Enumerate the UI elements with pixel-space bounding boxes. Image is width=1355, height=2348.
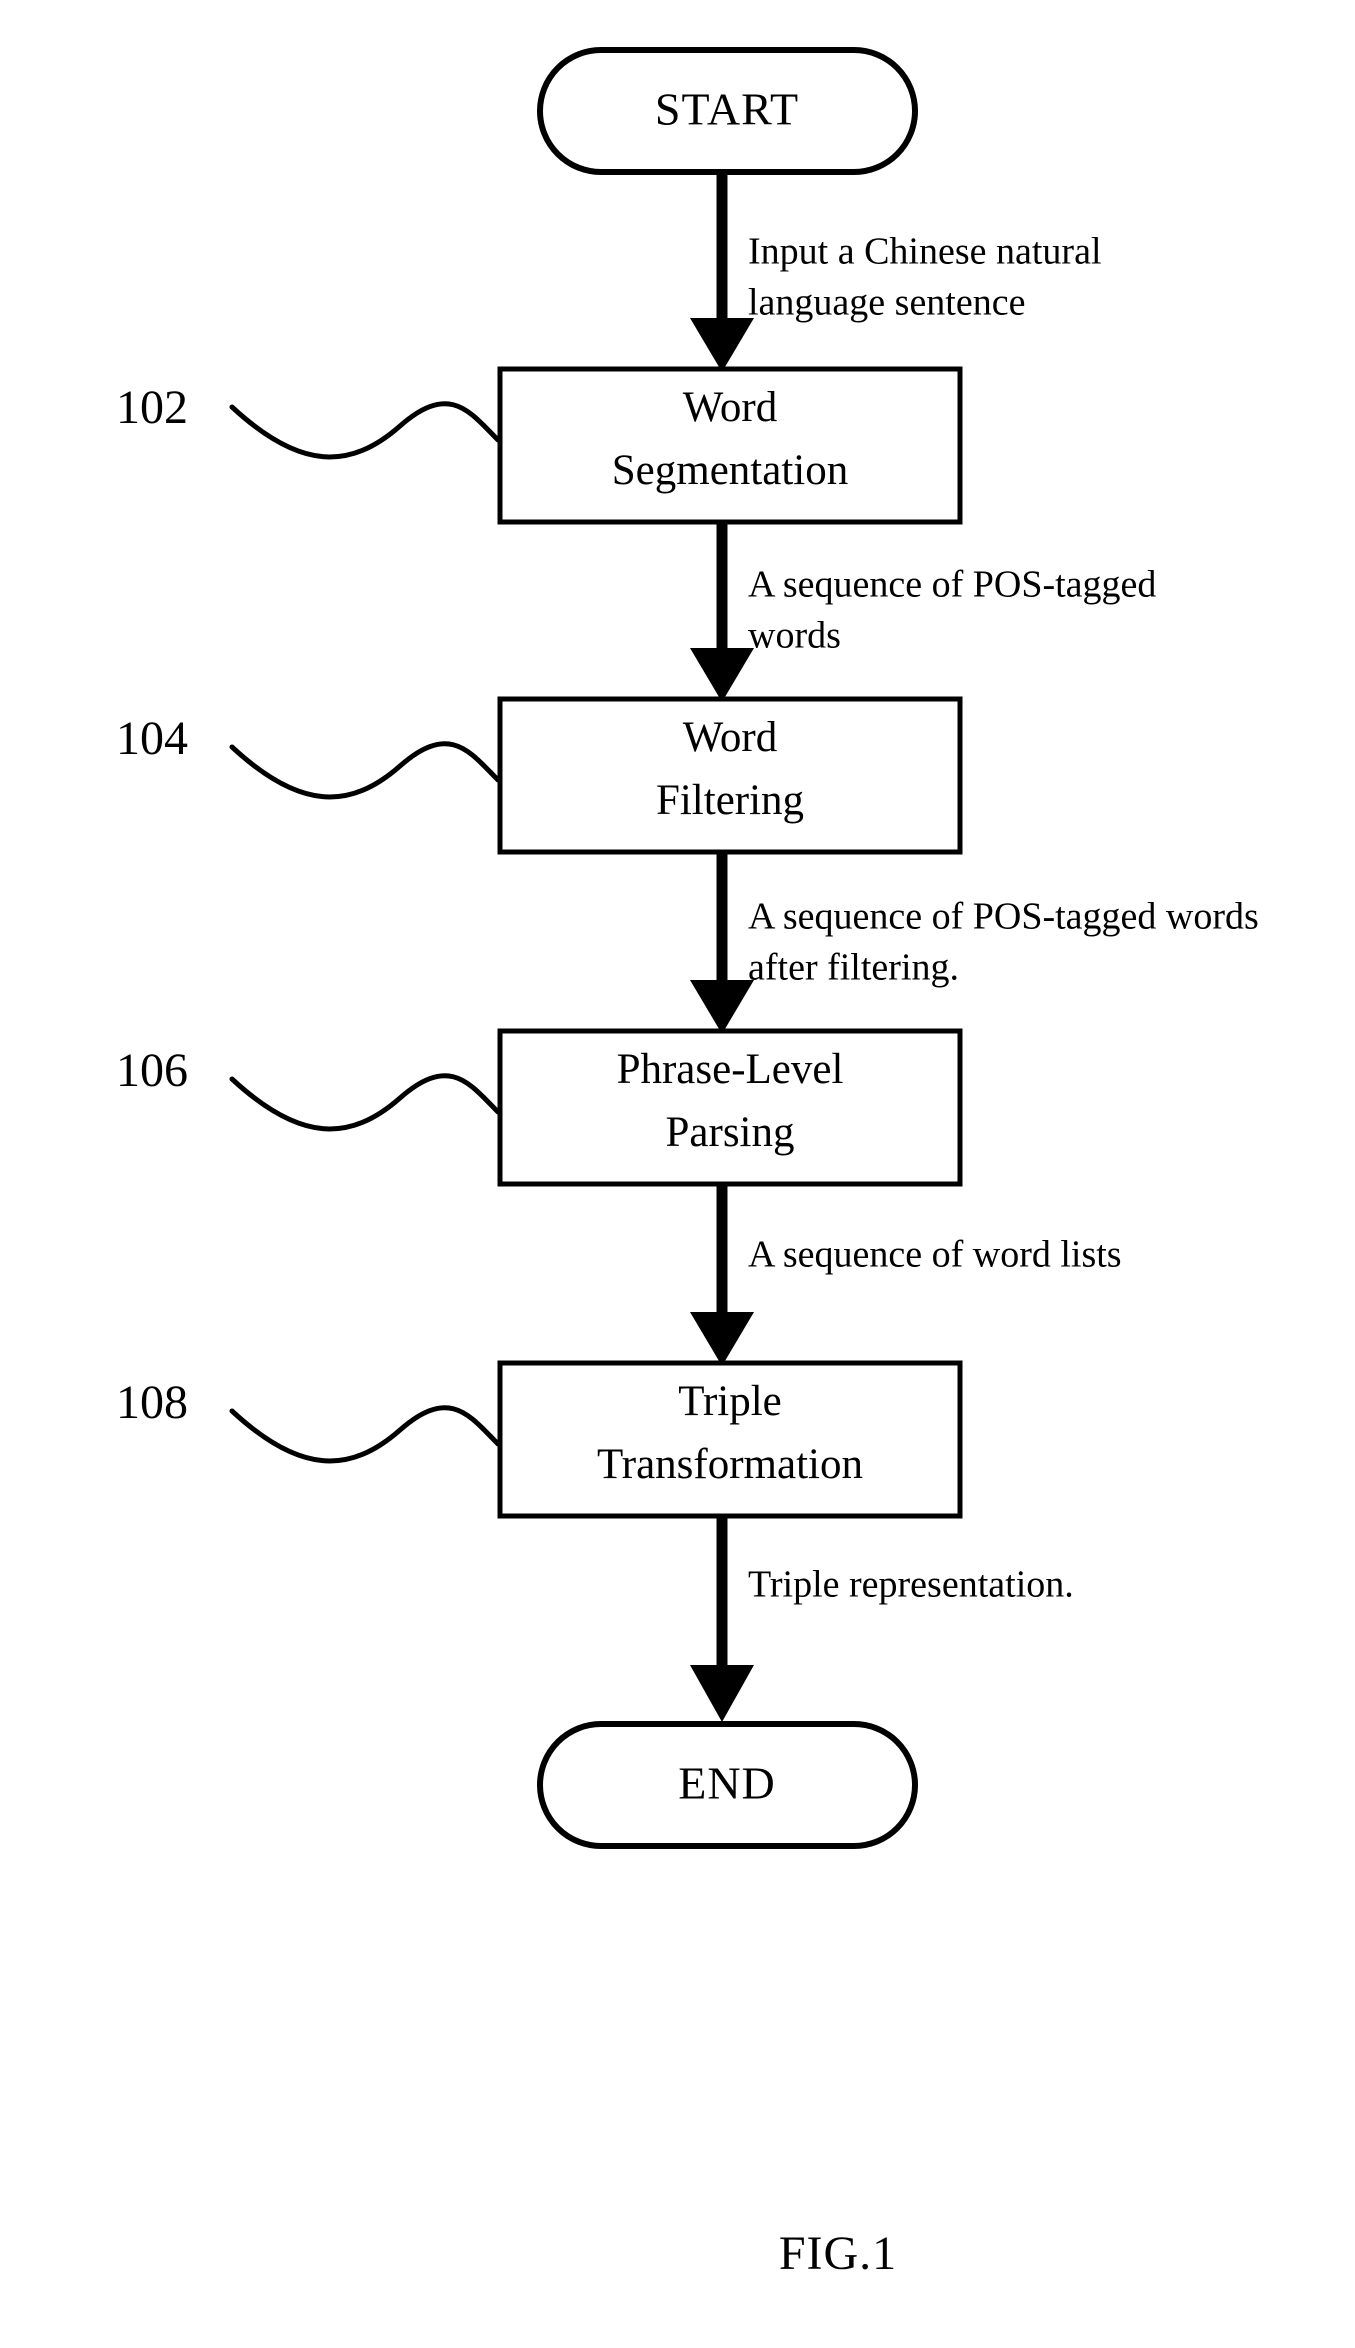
- reference-number-102: 102: [116, 381, 188, 434]
- step-4-label-line-1: Triple: [678, 1378, 782, 1425]
- patent-figure-page: START Input a Chinese natural language s…: [0, 0, 1355, 2348]
- step-4-label-line-2: Transformation: [597, 1441, 863, 1488]
- reference-number-104: 104: [116, 712, 188, 765]
- node-step-4: Triple Transformation: [497, 1360, 963, 1519]
- edge-label-3-line-1: A sequence of POS-tagged words: [748, 896, 1259, 938]
- node-step-2: Word Filtering: [497, 696, 963, 855]
- reference-number-108: 108: [116, 1376, 188, 1429]
- leader-line-106: [229, 1073, 501, 1132]
- step-3-label-line-1: Phrase-Level: [617, 1046, 844, 1093]
- flow-arrow-step-2-to-step-3: [690, 852, 754, 1034]
- leader-line-108: [229, 1405, 501, 1464]
- reference-callout-106: 106: [116, 1044, 501, 1132]
- step-2-label-line-2: Filtering: [656, 777, 804, 824]
- step-2-label-line-1: Word: [683, 714, 777, 761]
- edge-label-3: A sequence of POS-tagged words after fil…: [748, 896, 1259, 989]
- step-1-label-line-1: Word: [683, 384, 777, 431]
- edge-label-1: Input a Chinese natural language sentenc…: [748, 231, 1102, 324]
- step-3-label-line-2: Parsing: [666, 1109, 795, 1156]
- flow-arrow-step-3-to-step-4: [690, 1184, 754, 1366]
- edge-label-4: A sequence of word lists: [748, 1234, 1122, 1276]
- arrow-head: [690, 1312, 754, 1366]
- arrow-head: [690, 1665, 754, 1722]
- reference-callout-108: 108: [116, 1376, 501, 1464]
- reference-number-106: 106: [116, 1044, 188, 1097]
- flow-arrow-step-4-to-end: [690, 1516, 754, 1722]
- leader-line-104: [229, 741, 501, 800]
- reference-callout-104: 104: [116, 712, 501, 800]
- arrow-head: [690, 318, 754, 372]
- edge-label-1-line-1: Input a Chinese natural: [748, 231, 1102, 273]
- edge-label-3-line-2: after filtering.: [748, 947, 959, 989]
- start-terminator-label: START: [655, 84, 799, 135]
- end-terminator-label: END: [678, 1758, 776, 1809]
- arrow-head: [690, 648, 754, 702]
- flowchart-canvas: START Input a Chinese natural language s…: [116, 47, 1259, 2280]
- flow-arrow-step-1-to-step-2: [690, 522, 754, 702]
- flow-arrow-start-to-step-1: [690, 172, 754, 372]
- edge-label-5-line-1: Triple representation.: [748, 1564, 1074, 1606]
- edge-label-1-line-2: language sentence: [748, 282, 1025, 324]
- node-start: START: [537, 47, 918, 175]
- edge-label-4-line-1: A sequence of word lists: [748, 1234, 1122, 1276]
- reference-callout-102: 102: [116, 381, 501, 460]
- node-step-3: Phrase-Level Parsing: [497, 1028, 963, 1187]
- step-1-label-line-2: Segmentation: [612, 447, 848, 494]
- leader-line-102: [229, 401, 501, 460]
- edge-label-2-line-2: words: [748, 615, 841, 657]
- node-step-1: Word Segmentation: [497, 366, 963, 525]
- figure-caption: FIG.1: [779, 2227, 897, 2280]
- edge-label-2: A sequence of POS-tagged words: [748, 564, 1156, 657]
- arrow-head: [690, 980, 754, 1034]
- edge-label-2-line-1: A sequence of POS-tagged: [748, 564, 1156, 606]
- node-end: END: [537, 1721, 918, 1849]
- edge-label-5: Triple representation.: [748, 1564, 1074, 1606]
